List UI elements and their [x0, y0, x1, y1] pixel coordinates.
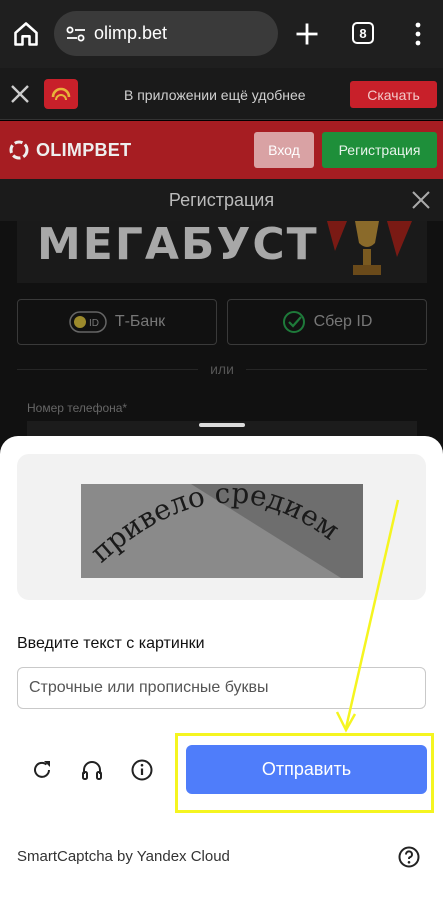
tab-switcher-button[interactable]: 8	[352, 22, 374, 44]
more-menu-icon[interactable]	[406, 20, 430, 48]
promo-text: МЕГАБУСТ	[37, 221, 319, 270]
site-header: OLIMPBET Вход Регистрация	[0, 121, 443, 179]
sber-label: Сбер ID	[313, 313, 373, 330]
new-tab-icon[interactable]	[293, 20, 321, 48]
tbank-login-button[interactable]: ID Т-Банк	[17, 299, 217, 345]
captcha-prompt: Введите текст с картинки	[17, 635, 205, 652]
app-download-banner: В приложении ещё удобнее Скачать	[0, 68, 443, 120]
registration-title-bar: Регистрация	[0, 179, 443, 221]
url-text: olimp.bet	[94, 23, 168, 43]
register-button[interactable]: Регистрация	[322, 132, 437, 168]
close-icon[interactable]	[410, 189, 432, 211]
olimpbet-logo-icon	[9, 140, 29, 160]
or-text: или	[210, 361, 234, 377]
captcha-input[interactable]	[17, 667, 426, 709]
address-bar[interactable]: olimp.bet	[54, 11, 278, 56]
tbank-badge-text: ID	[89, 318, 99, 329]
tbank-id-icon: ID	[69, 311, 107, 333]
captcha-image: привело средием	[81, 484, 363, 578]
submit-button[interactable]: Отправить	[186, 745, 427, 794]
or-divider: или	[17, 359, 427, 379]
sheet-drag-handle[interactable]	[199, 423, 245, 427]
close-icon[interactable]	[8, 82, 32, 106]
info-icon[interactable]	[130, 758, 154, 782]
banner-text: В приложении ещё удобнее	[124, 87, 306, 103]
phone-label: Номер телефона*	[27, 401, 128, 415]
download-button[interactable]: Скачать	[350, 81, 437, 108]
sber-id-button[interactable]: Сбер ID	[227, 299, 427, 345]
refresh-icon[interactable]	[30, 758, 54, 782]
site-settings-icon[interactable]	[66, 26, 86, 42]
registration-title: Регистрация	[168, 190, 275, 210]
help-icon[interactable]	[397, 845, 421, 869]
tbank-label: Т-Банк	[114, 313, 166, 330]
sber-icon	[282, 310, 306, 334]
browser-toolbar: olimp.bet 8	[0, 0, 443, 68]
headphones-icon[interactable]	[80, 758, 104, 782]
logo-text: OLIMPBET	[36, 139, 132, 160]
captcha-brand: SmartCaptcha by Yandex Cloud	[17, 848, 230, 865]
app-logo-icon	[44, 79, 78, 109]
trophy-icon	[327, 221, 412, 275]
home-icon[interactable]	[12, 20, 40, 48]
login-button[interactable]: Вход	[254, 132, 314, 168]
promo-banner[interactable]: МЕГАБУСТ	[17, 221, 427, 283]
captcha-image-container: привело средием	[17, 454, 426, 600]
olimpbet-logo[interactable]: OLIMPBET	[8, 139, 131, 161]
captcha-sheet: привело средием Введите текст с картинки…	[0, 436, 443, 900]
